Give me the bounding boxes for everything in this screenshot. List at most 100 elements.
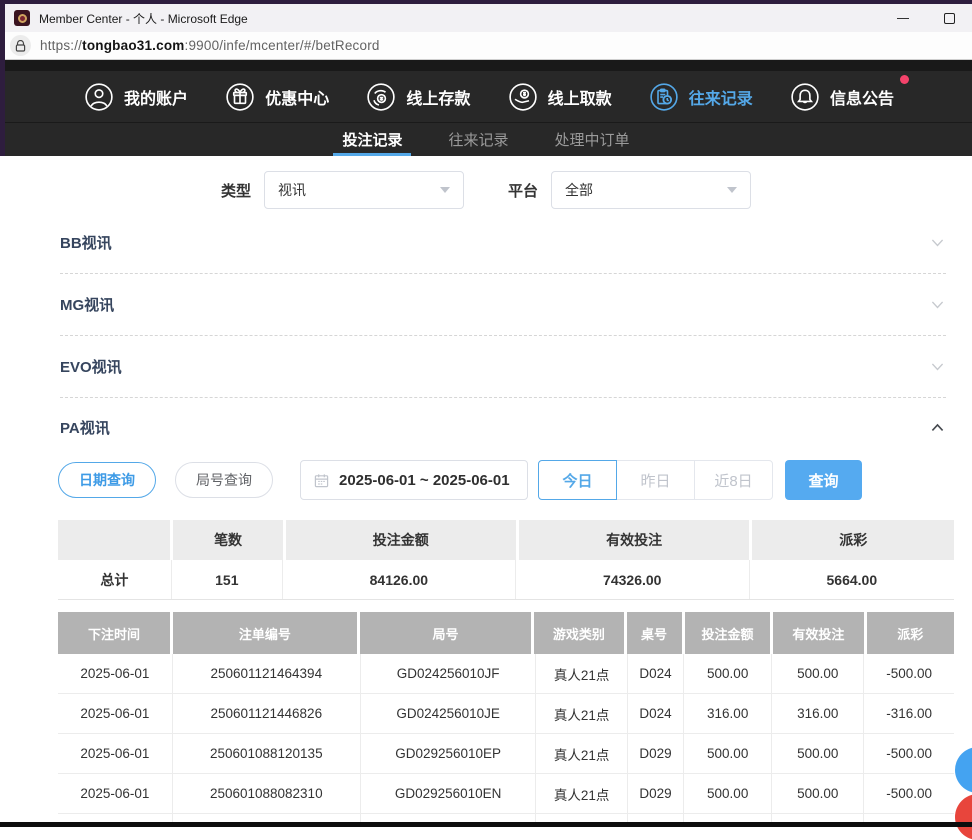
summary-header-cell: 派彩 <box>752 520 954 560</box>
cell-game-type: 真人21点 <box>536 694 627 733</box>
url-domain: tongbao31.com <box>82 38 184 53</box>
table-header-cell: 投注金额 <box>685 612 771 654</box>
nav-item-records[interactable]: 往来记录 <box>649 82 753 112</box>
cell-payout: -500.00 <box>864 654 954 693</box>
tab-label: 处理中订单 <box>555 129 630 150</box>
platform-select[interactable]: 全部 <box>551 171 751 209</box>
cell-game-type: 真人21点 <box>536 654 627 693</box>
site-favicon <box>14 10 30 26</box>
cell-bet-time: 2025-06-01 <box>58 654 173 693</box>
nav-item-deposit[interactable]: 线上存款 <box>366 82 470 112</box>
type-select[interactable]: 视讯 <box>264 171 464 209</box>
table-header-cell: 有效投注 <box>773 612 863 654</box>
cell-payout: -500.00 <box>864 734 954 773</box>
nav-item-withdraw[interactable]: 线上取款 <box>508 82 612 112</box>
cell-bet-id: 250601121446826 <box>173 694 361 733</box>
chevron-down-icon <box>929 358 946 375</box>
date-range-picker[interactable]: 2025-06-01 ~ 2025-06-01 <box>300 460 528 500</box>
platform-select-value: 全部 <box>565 180 593 200</box>
table-header-cell: 注单编号 <box>173 612 357 654</box>
chevron-up-icon <box>929 419 946 436</box>
cell-bet-time: 2025-06-01 <box>58 694 173 733</box>
yesterday-button[interactable]: 昨日 <box>616 460 695 500</box>
nav-item-promotions[interactable]: 优惠中心 <box>225 82 329 112</box>
withdraw-icon <box>508 82 538 112</box>
summary-total-row: 总计 151 84126.00 74326.00 5664.00 <box>58 560 954 600</box>
cell-valid-bet: 316.00 <box>772 694 864 733</box>
summary-table: 笔数 投注金额 有效投注 派彩 总计 151 84126.00 74326.00… <box>58 520 954 600</box>
page-top-strip <box>0 60 972 71</box>
cell-table-no: D024 <box>628 654 684 693</box>
url-scheme: https:// <box>40 38 82 53</box>
cell-bet-time: 2025-06-01 <box>58 734 173 773</box>
summary-cell: 151 <box>172 560 283 599</box>
cell-game-type: 真人21点 <box>536 774 627 813</box>
cell-bet-id: 250601088120135 <box>173 734 361 773</box>
cell-table-no: D029 <box>628 734 684 773</box>
nav-item-announcements[interactable]: 信息公告 <box>790 82 894 112</box>
cell-round-id: GD029256010EN <box>361 774 537 813</box>
section-bb[interactable]: BB视讯 <box>60 212 946 274</box>
cell-round-id: GD024256010JF <box>361 654 537 693</box>
nav-item-label: 优惠中心 <box>265 85 329 109</box>
maximize-button[interactable] <box>926 4 972 32</box>
tab-pending-orders[interactable]: 处理中订单 <box>552 123 633 156</box>
nav-item-my-account[interactable]: 我的账户 <box>84 82 188 112</box>
section-title: PA视讯 <box>60 417 110 438</box>
url-text[interactable]: https://tongbao31.com:9900/infe/mcenter/… <box>40 38 380 53</box>
date-query-button[interactable]: 日期查询 <box>58 462 156 498</box>
nav-item-label: 我的账户 <box>124 85 188 109</box>
bell-icon <box>790 82 820 112</box>
minimize-icon <box>897 18 909 19</box>
section-mg[interactable]: MG视讯 <box>60 274 946 336</box>
cell-bet-id: 250601088082310 <box>173 774 361 813</box>
tab-bet-record[interactable]: 投注记录 <box>339 123 405 156</box>
quick-range-group: 今日 昨日 近8日 <box>538 460 773 500</box>
window-frame-left <box>0 0 5 156</box>
table-row: 2025-06-01 250601121446826 GD024256010JE… <box>58 694 954 734</box>
summary-header-row: 笔数 投注金额 有效投注 派彩 <box>58 520 954 560</box>
table-header-row: 下注时间 注单编号 局号 游戏类别 桌号 投注金额 有效投注 派彩 <box>58 612 954 654</box>
cell-payout: -316.00 <box>864 694 954 733</box>
table-row: 2025-06-01 250601088082310 GD029256010EN… <box>58 774 954 814</box>
nav-item-label: 线上取款 <box>548 85 612 109</box>
address-bar[interactable]: https://tongbao31.com:9900/infe/mcenter/… <box>0 32 972 60</box>
page-content: 我的账户 优惠中心 线上存款 线上取款 往来记录 信息公告 <box>0 60 972 827</box>
pa-toolbar: 日期查询 局号查询 2025-06-01 ~ 2025-06-01 今日 昨日 … <box>58 460 946 500</box>
chevron-down-icon <box>929 234 946 251</box>
chevron-down-icon <box>929 296 946 313</box>
tab-label: 投注记录 <box>342 129 402 150</box>
platform-label: 平台 <box>508 180 538 201</box>
gift-icon <box>225 82 255 112</box>
cell-valid-bet: 500.00 <box>772 654 864 693</box>
section-pa[interactable]: PA视讯 <box>60 398 946 456</box>
cell-game-type: 真人21点 <box>536 734 627 773</box>
lock-icon[interactable] <box>10 35 31 56</box>
cell-bet-amount: 500.00 <box>684 734 772 773</box>
today-button[interactable]: 今日 <box>538 460 617 500</box>
table-header-cell: 局号 <box>360 612 532 654</box>
round-query-button[interactable]: 局号查询 <box>175 462 273 498</box>
summary-header-cell: 笔数 <box>173 520 283 560</box>
tab-label: 往来记录 <box>448 129 508 150</box>
section-title: MG视讯 <box>60 294 114 315</box>
summary-cell: 74326.00 <box>516 560 750 599</box>
window-controls <box>880 4 972 32</box>
last8days-button[interactable]: 近8日 <box>694 460 773 500</box>
cell-bet-id: 250601121464394 <box>173 654 361 693</box>
notification-dot <box>900 75 909 84</box>
minimize-button[interactable] <box>880 4 926 32</box>
summary-cell: 总计 <box>58 560 172 599</box>
bet-record-table: 下注时间 注单编号 局号 游戏类别 桌号 投注金额 有效投注 派彩 2025-0… <box>58 612 954 827</box>
cell-table-no: D024 <box>628 694 684 733</box>
nav-item-label: 往来记录 <box>689 85 753 109</box>
section-evo[interactable]: EVO视讯 <box>60 336 946 398</box>
tab-transaction-record[interactable]: 往来记录 <box>445 123 511 156</box>
window-frame-top <box>0 0 972 4</box>
provider-sections: BB视讯 MG视讯 EVO视讯 PA视讯 日期查询 局号查询 <box>60 212 946 500</box>
section-title: BB视讯 <box>60 232 112 253</box>
table-row: 2025-06-01 250601088120135 GD029256010EP… <box>58 734 954 774</box>
search-button[interactable]: 查询 <box>785 460 862 500</box>
type-select-value: 视讯 <box>278 180 306 200</box>
calendar-icon <box>314 473 329 488</box>
